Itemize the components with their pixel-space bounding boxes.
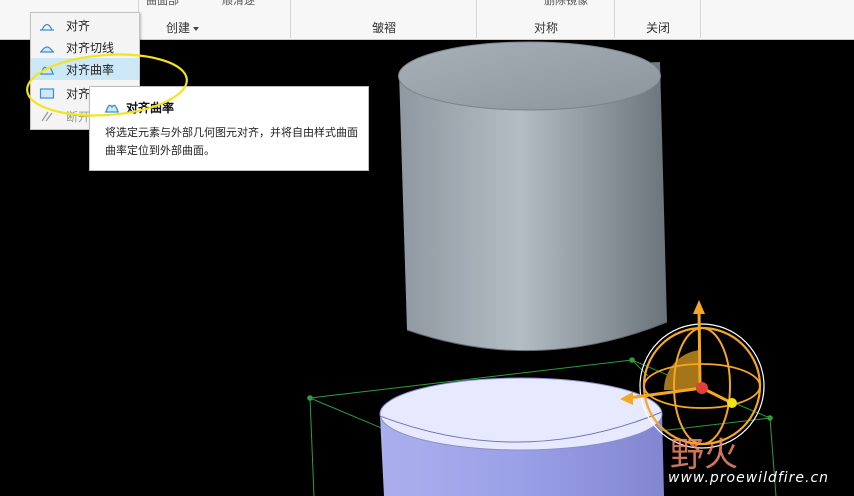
tooltip: 对齐曲率 将选定元素与外部几何图元对齐，并将自由样式曲面曲率定位到外部曲面。 bbox=[89, 86, 369, 171]
menu-item-align-curvature[interactable]: 对齐曲率 bbox=[31, 58, 139, 80]
menu-item-align[interactable]: 对齐 bbox=[31, 14, 139, 36]
menu-item-align-tangent[interactable]: 对齐切线 bbox=[31, 36, 139, 58]
ribbon-top-item[interactable]: 顺滑逐 bbox=[222, 0, 255, 8]
freestyle-surface[interactable] bbox=[379, 377, 664, 496]
ribbon-separator bbox=[700, 0, 701, 38]
tooltip-body: 将选定元素与外部几何图元对齐，并将自由样式曲面曲率定位到外部曲面。 bbox=[105, 126, 358, 157]
align-icon bbox=[40, 23, 54, 31]
gray-cylinder[interactable] bbox=[398, 41, 668, 352]
ribbon-separator bbox=[614, 0, 615, 38]
group-create-label: 创建 bbox=[166, 21, 191, 35]
group-create-button[interactable]: 创建 bbox=[166, 19, 200, 36]
ribbon-separator bbox=[290, 0, 291, 38]
menu-item-label: 对齐 bbox=[66, 19, 91, 33]
align-normal-icon bbox=[39, 88, 55, 99]
group-symmetry-label: 对称 bbox=[534, 21, 559, 35]
svg-text:野火: 野火 bbox=[670, 435, 738, 475]
group-close-label: 关闭 bbox=[646, 21, 671, 35]
break-icon bbox=[41, 111, 53, 122]
align-tangent-icon bbox=[40, 46, 54, 53]
watermark-url: www.proewildfire.cn bbox=[668, 470, 830, 486]
group-crease-label: 皱褶 bbox=[372, 21, 397, 35]
menu-item-label: 对齐曲率 bbox=[66, 63, 115, 77]
align-curvature-icon bbox=[105, 104, 119, 113]
watermark-logo: 野火 bbox=[670, 435, 738, 475]
tooltip-title: 对齐曲率 bbox=[126, 101, 175, 115]
align-curvature-icon bbox=[40, 66, 54, 75]
ribbon-top-item[interactable]: 曲面部 bbox=[146, 0, 179, 8]
menu-item-label: 对齐切线 bbox=[66, 41, 115, 55]
ribbon-top-item[interactable]: 删除镜像 bbox=[544, 0, 588, 8]
ribbon-separator bbox=[476, 0, 477, 38]
chevron-down-icon bbox=[193, 26, 200, 31]
menu-item-label: 对齐 bbox=[66, 87, 91, 101]
menu-item-label: 断开 bbox=[66, 110, 91, 124]
